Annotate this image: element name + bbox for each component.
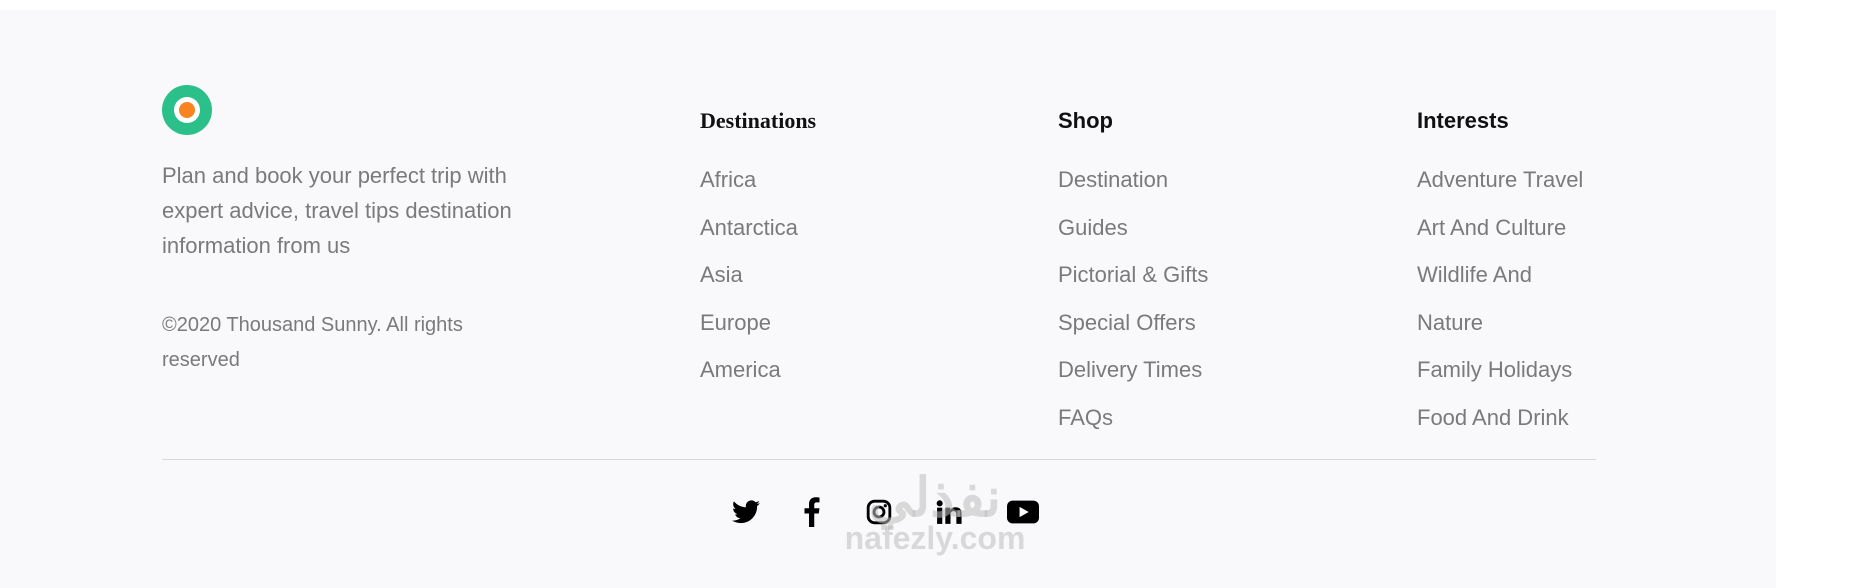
footer-link-wildlife[interactable]: Wildlife And [1417,260,1637,308]
footer-link-food-drink[interactable]: Food And Drink [1417,403,1637,451]
interests-heading: Interests [1417,108,1509,133]
footer-link-nature[interactable]: Nature [1417,308,1637,356]
footer-link-guides[interactable]: Guides [1058,213,1278,261]
brand-tagline: Plan and book your perfect trip with exp… [162,163,512,258]
footer-link-adventure-travel[interactable]: Adventure Travel [1417,165,1637,213]
footer-link-family-holidays[interactable]: Family Holidays [1417,355,1637,403]
brand-logo-icon[interactable] [162,85,212,135]
footer-link-destination[interactable]: Destination [1058,165,1278,213]
footer-divider [162,459,1596,460]
destinations-links: Africa Antarctica Asia Europe America [700,165,920,403]
facebook-icon[interactable] [800,496,824,528]
shop-column: Shop Destination Guides Pictorial & Gift… [1058,106,1208,430]
footer-link-faqs[interactable]: FAQs [1058,403,1278,451]
footer-link-america[interactable]: America [700,355,920,403]
destinations-heading: Destinations [700,108,817,133]
youtube-icon[interactable] [1006,496,1040,528]
footer-link-art-culture[interactable]: Art And Culture [1417,213,1637,261]
footer-link-delivery-times[interactable]: Delivery Times [1058,355,1278,403]
footer-link-africa[interactable]: Africa [700,165,920,213]
footer-link-special-offers[interactable]: Special Offers [1058,308,1278,356]
instagram-icon[interactable] [864,496,894,528]
shop-heading: Shop [1058,108,1113,133]
copyright-text: ©2020 Thousand Sunny. All rights reserve… [162,314,463,371]
footer-link-europe[interactable]: Europe [700,308,920,356]
footer-link-pictorial-gifts[interactable]: Pictorial & Gifts [1058,260,1278,308]
logo-dot [179,102,195,118]
destinations-column: Destinations Africa Antarctica Asia Euro… [700,106,817,382]
linkedin-icon[interactable] [934,496,964,528]
interests-column: Interests Adventure Travel Art And Cultu… [1417,106,1583,430]
interests-links: Adventure Travel Art And Culture Wildlif… [1417,165,1637,450]
shop-links: Destination Guides Pictorial & Gifts Spe… [1058,165,1278,450]
twitter-icon[interactable] [730,496,762,528]
footer-link-antarctica[interactable]: Antarctica [700,213,920,261]
footer-link-asia[interactable]: Asia [700,260,920,308]
